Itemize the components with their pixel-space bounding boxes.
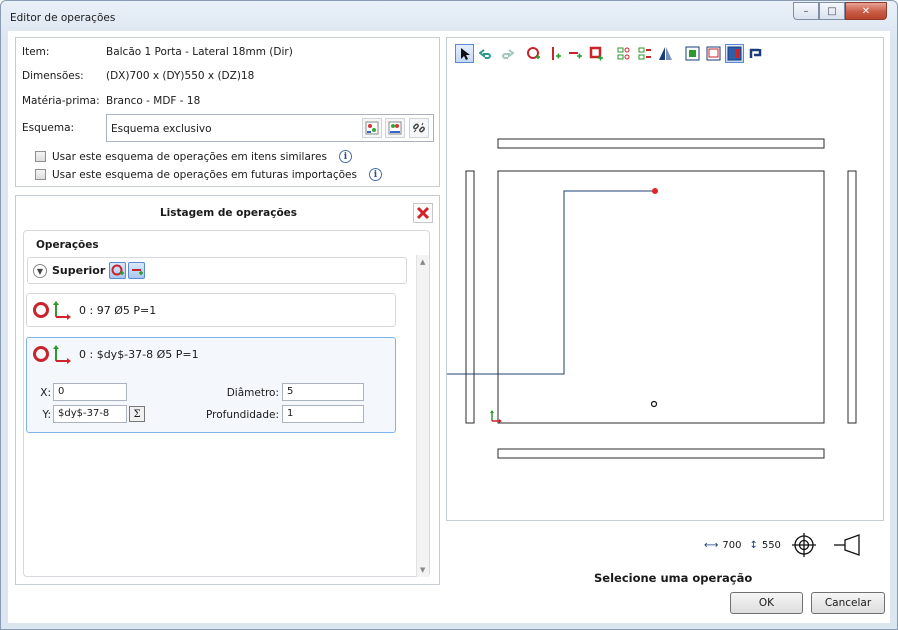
operations-list-panel: Listagem de operações Operações ▲ ▼ ▼ Su…	[15, 195, 440, 585]
scroll-down-icon[interactable]: ▼	[420, 566, 425, 574]
operations-group-label: Operações	[36, 239, 99, 251]
ok-button[interactable]: OK	[730, 592, 803, 614]
editor-window: Editor de operações – □ ✕ Item: Balcão 1…	[0, 0, 898, 630]
add-hole-button[interactable]	[109, 262, 126, 279]
title-bar: Editor de operações – □ ✕	[1, 1, 897, 31]
operation-item-selected[interactable]: 0 : $dy$-37-8 Ø5 P=1 X: 0 Y: $dy$-37-8 Σ…	[26, 337, 396, 433]
diameter-input[interactable]: 5	[282, 383, 364, 401]
item-label: Item:	[22, 46, 50, 58]
left-edge-strip[interactable]	[465, 170, 475, 424]
future-imports-label: Usar este esquema de operações em futura…	[52, 168, 357, 181]
hole-icon	[33, 302, 49, 318]
y-label: Y:	[42, 409, 51, 421]
height-arrow-icon: ↕	[749, 539, 758, 551]
dimensions-value: (DX)700 x (DY)550 x (DZ)18	[106, 70, 255, 82]
scroll-up-icon[interactable]: ▲	[420, 258, 425, 266]
add-channel-icon	[132, 269, 143, 275]
operation-text: 0 : 97 Ø5 P=1	[79, 304, 157, 317]
info-icon[interactable]: i	[338, 150, 352, 163]
similar-items-label: Usar este esquema de operações em itens …	[52, 150, 327, 163]
panel-drawing[interactable]	[447, 38, 885, 522]
item-value: Balcão 1 Porta - Lateral 18mm (Dir)	[106, 46, 293, 58]
material-label: Matéria-prima:	[22, 95, 100, 107]
dimensions-label: Dimensões:	[22, 70, 84, 82]
maximize-button[interactable]: □	[819, 2, 845, 20]
window-title: Editor de operações	[10, 12, 116, 24]
red-x-icon	[416, 206, 430, 220]
info-icon[interactable]: i	[368, 168, 382, 181]
schema-save-button[interactable]	[385, 118, 405, 138]
item-info-panel: Item: Balcão 1 Porta - Lateral 18mm (Dir…	[15, 37, 440, 187]
depth-label: Profundidade:	[205, 409, 279, 421]
dialog-body: Item: Balcão 1 Porta - Lateral 18mm (Dir…	[8, 31, 890, 623]
status-text: Selecione uma operação	[594, 571, 753, 585]
operation-item[interactable]: 0 : 97 Ø5 P=1	[26, 293, 396, 327]
add-hole-icon	[111, 264, 124, 276]
width-value: 700	[722, 539, 742, 551]
face-group-superior[interactable]: ▼ Superior	[27, 257, 407, 284]
schema-load-icon	[365, 121, 379, 135]
schema-save-icon	[388, 121, 402, 135]
operations-group: Operações ▲ ▼ ▼ Superior 0: 97 Ø5 P=1 0…	[23, 230, 430, 577]
schema-label: Esquema:	[22, 122, 75, 134]
material-value: Branco - MDF - 18	[106, 95, 201, 107]
chevron-down-icon[interactable]: ▼	[33, 264, 47, 278]
perspective-view-icon[interactable]	[833, 534, 867, 556]
diameter-label: Diâmetro:	[226, 387, 279, 399]
operation-text: 0 : $dy$-37-8 Ø5 P=1	[79, 348, 199, 361]
dimension-readout: ⟷ 700 ↕ 550	[704, 532, 867, 558]
future-imports-checkbox[interactable]	[35, 169, 46, 180]
operations-list-title: Listagem de operações	[159, 207, 298, 219]
width-arrow-icon: ⟷	[704, 539, 719, 551]
add-channel-button[interactable]	[128, 262, 145, 279]
window-controls: – □ ✕	[793, 2, 887, 20]
checkbox-row-future: Usar este esquema de operações em futura…	[35, 168, 382, 181]
schema-value: Esquema exclusivo	[111, 123, 212, 135]
similar-items-checkbox[interactable]	[35, 151, 46, 162]
hole-icon	[33, 346, 49, 362]
crosshair-icon[interactable]	[791, 532, 817, 558]
operations-scrollbar[interactable]: ▲ ▼	[416, 255, 429, 577]
schema-field[interactable]: Esquema exclusivo	[106, 114, 434, 142]
face-label: Superior	[52, 264, 106, 277]
bottom-edge-strip[interactable]	[497, 448, 825, 459]
unlink-icon	[413, 122, 425, 133]
formula-button[interactable]: Σ	[129, 406, 145, 422]
hole-point[interactable]	[650, 400, 658, 408]
schema-load-button[interactable]	[362, 118, 382, 138]
x-input[interactable]: 0	[53, 383, 127, 401]
minimize-button[interactable]: –	[793, 2, 819, 20]
checkbox-row-similar: Usar este esquema de operações em itens …	[35, 150, 352, 163]
schema-unlink-button[interactable]	[409, 118, 429, 138]
axes-icon	[53, 301, 71, 320]
y-input[interactable]: $dy$-37-8	[53, 405, 127, 423]
top-edge-strip[interactable]	[497, 138, 825, 149]
right-edge-strip[interactable]	[847, 170, 857, 424]
selected-hole-point[interactable]	[652, 188, 658, 194]
drawing-panel	[446, 37, 884, 521]
cancel-button[interactable]: Cancelar	[811, 592, 885, 614]
depth-input[interactable]: 1	[282, 405, 364, 423]
close-window-button[interactable]: ✕	[845, 2, 887, 20]
axes-icon	[53, 345, 71, 364]
height-value: 550	[761, 539, 781, 551]
panel-face[interactable]	[497, 170, 825, 424]
delete-operation-button[interactable]	[413, 203, 433, 223]
x-label: X:	[40, 387, 51, 399]
